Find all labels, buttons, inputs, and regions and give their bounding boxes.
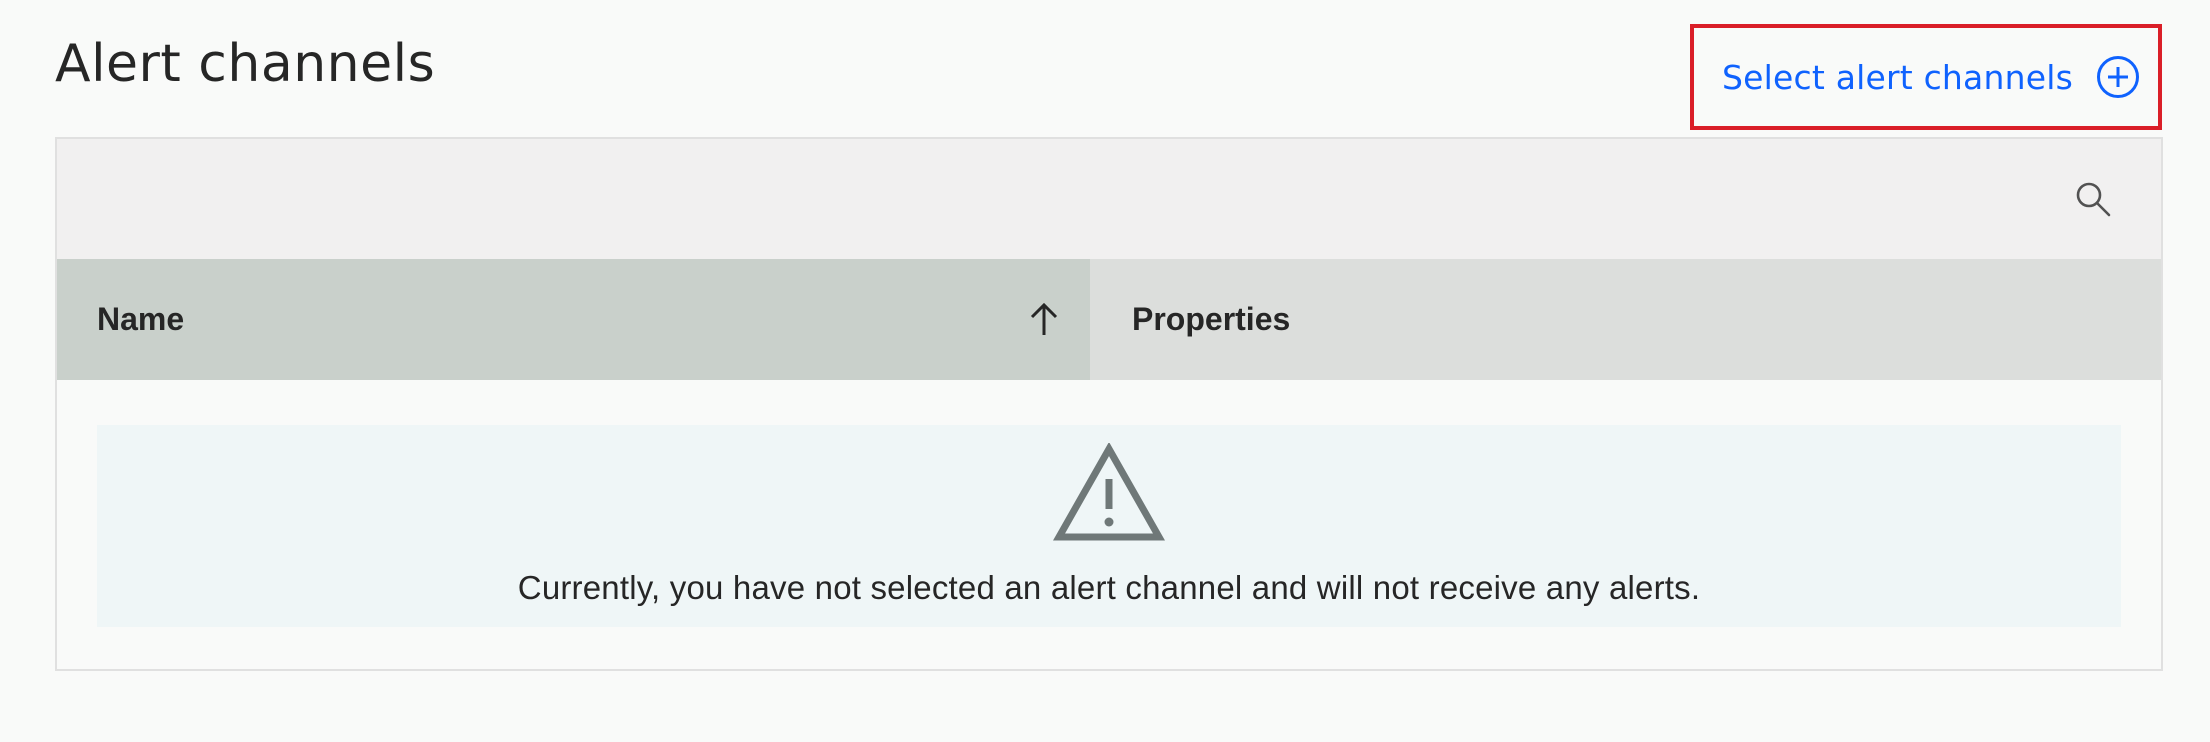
table-toolbar — [57, 139, 2161, 259]
column-header-name-label: Name — [97, 301, 185, 337]
empty-state-message: Currently, you have not selected an aler… — [517, 569, 1701, 606]
select-alert-channels-link[interactable]: Select alert channels — [1690, 24, 2162, 130]
alert-channels-table: Name Properties Currently, you have not … — [55, 137, 2163, 671]
warning-icon — [1052, 441, 1166, 543]
plus-circle-icon — [2095, 54, 2141, 100]
search-icon[interactable] — [2071, 177, 2115, 221]
column-header-properties-label: Properties — [1132, 301, 1291, 337]
section-title: Alert channels — [55, 34, 436, 94]
table-header-row: Name Properties — [57, 259, 2161, 380]
arrow-up-icon — [1022, 297, 1066, 341]
alert-channels-panel: Alert channels Select alert channels Nam… — [0, 0, 2210, 742]
column-header-properties[interactable]: Properties — [1090, 259, 2161, 380]
column-header-name[interactable]: Name — [57, 259, 1090, 380]
select-alert-channels-label: Select alert channels — [1722, 57, 2073, 97]
empty-state: Currently, you have not selected an aler… — [97, 425, 2121, 627]
